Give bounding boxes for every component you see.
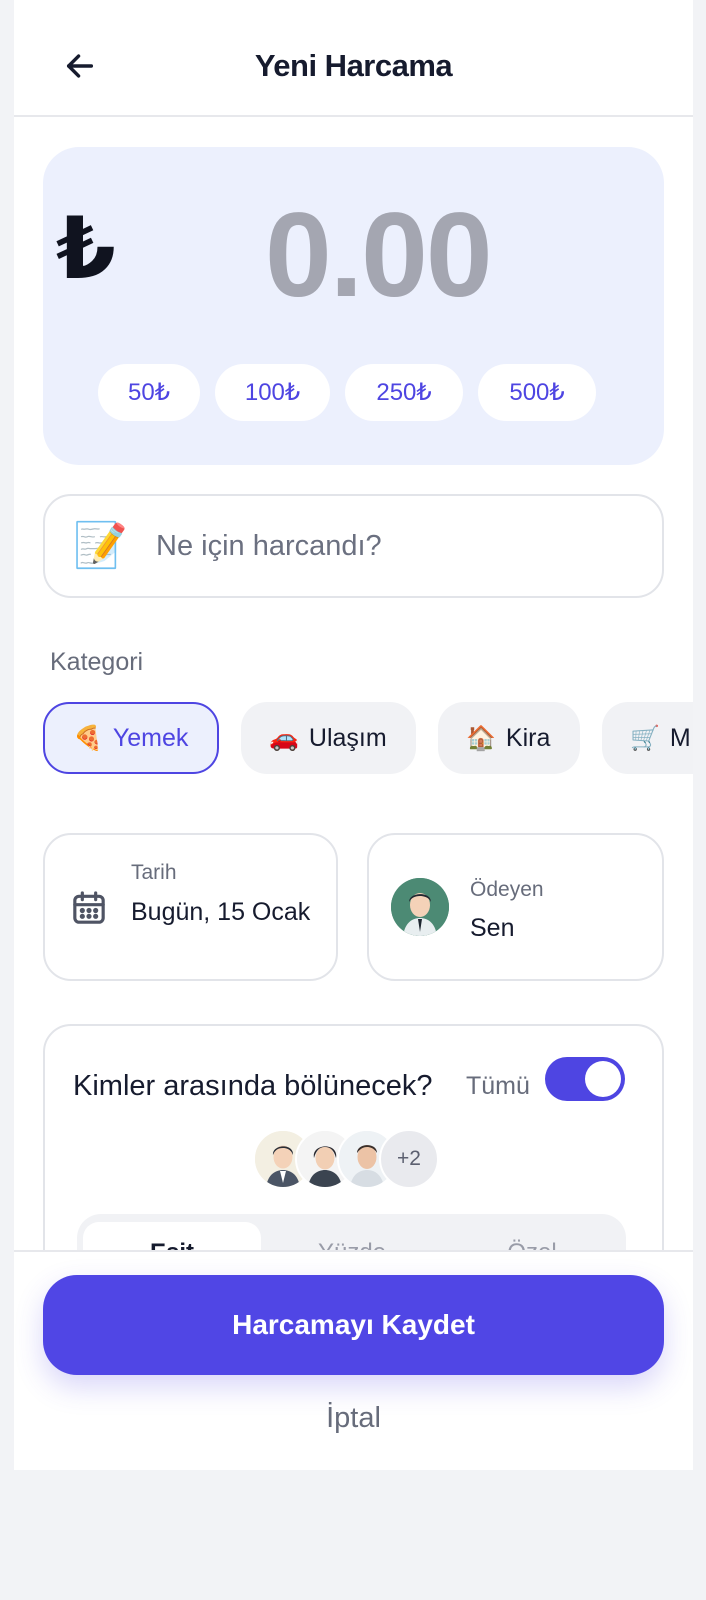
category-chip-label: Yemek xyxy=(112,723,189,752)
description-input[interactable] xyxy=(156,529,616,563)
select-all-label: Tümü xyxy=(466,1072,530,1100)
select-all-toggle[interactable] xyxy=(545,1057,625,1101)
header: Yeni Harcama xyxy=(14,0,693,117)
category-chip-yemek[interactable]: 🍕 Yemek xyxy=(43,702,219,774)
currency-symbol: ₺ xyxy=(56,199,116,299)
quick-amount-250[interactable]: 250₺ xyxy=(345,364,463,421)
cancel-button[interactable]: İptal xyxy=(14,1402,693,1435)
payer-avatar xyxy=(391,878,449,936)
category-chip-kira[interactable]: 🏠 Kira xyxy=(438,702,580,774)
description-field[interactable]: 📝 xyxy=(43,494,664,598)
payer-value: Sen xyxy=(470,914,515,942)
amount-input[interactable]: 0.00 xyxy=(265,190,493,320)
category-chip-market[interactable]: 🛒 M xyxy=(602,702,693,774)
cart-icon: 🛒 xyxy=(630,724,660,752)
new-expense-screen: Yeni Harcama ₺ 0.00 50₺ 100₺ 250₺ 500₺ 📝… xyxy=(14,0,693,1470)
page-title: Yeni Harcama xyxy=(254,48,453,83)
date-label: Tarih xyxy=(131,861,177,884)
payer-picker[interactable]: Ödeyen Sen xyxy=(367,833,664,981)
pizza-icon: 🍕 xyxy=(73,724,103,752)
save-expense-button[interactable]: Harcamayı Kaydet xyxy=(43,1275,664,1375)
date-picker[interactable]: Tarih Bugün, 15 Ocak xyxy=(43,833,338,981)
category-label: Kategori xyxy=(50,648,144,676)
participant-avatars[interactable]: +2 xyxy=(253,1129,453,1189)
quick-amount-500[interactable]: 500₺ xyxy=(478,364,596,421)
quick-amount-50[interactable]: 50₺ xyxy=(98,364,200,421)
car-icon: 🚗 xyxy=(269,724,299,752)
house-icon: 🏠 xyxy=(466,724,496,752)
split-title: Kimler arasında bölünecek? xyxy=(73,1070,433,1102)
category-chip-ulasim[interactable]: 🚗 Ulaşım xyxy=(241,702,416,774)
memo-icon: 📝 xyxy=(73,521,128,570)
calendar-icon xyxy=(73,891,105,924)
category-chip-label: Kira xyxy=(505,723,551,752)
payer-label: Ödeyen xyxy=(470,878,544,901)
footer: Harcamayı Kaydet İptal xyxy=(14,1250,693,1470)
more-participants-badge: +2 xyxy=(379,1129,439,1189)
date-value: Bugün, 15 Ocak xyxy=(131,898,311,926)
category-chip-label: Ulaşım xyxy=(308,723,387,752)
quick-amount-100[interactable]: 100₺ xyxy=(215,364,330,421)
category-chip-label: M xyxy=(669,723,691,752)
